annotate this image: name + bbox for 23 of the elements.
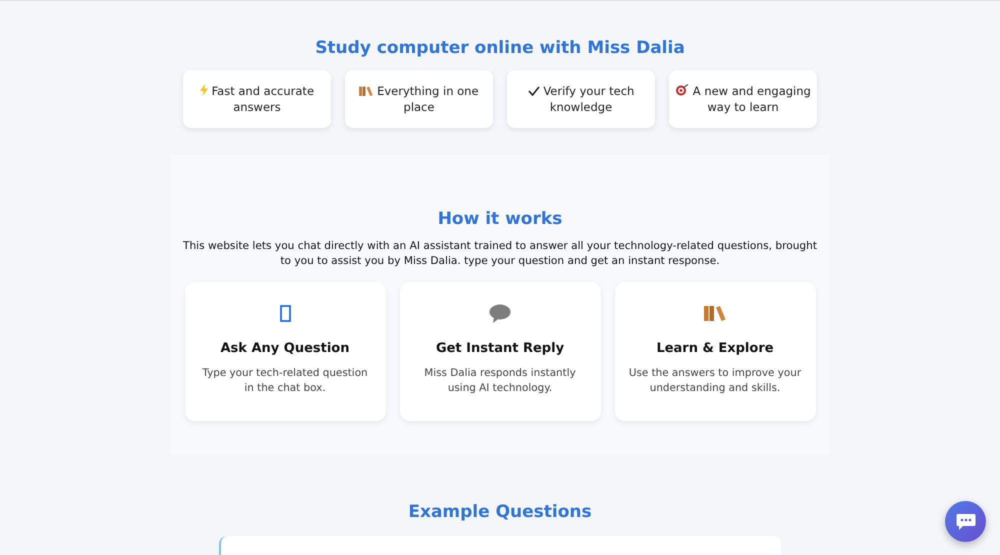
feature-text: Everything in one place	[351, 83, 487, 115]
page-title: Study computer online with Miss Dalia	[315, 37, 685, 59]
feature-text: A new and engaging way to learn	[675, 83, 811, 115]
lightning-icon	[200, 84, 208, 96]
step-title: Get Instant Reply	[436, 340, 564, 358]
check-icon	[528, 86, 540, 96]
speech-bubble-icon	[489, 304, 511, 322]
feature-text: Fast and accurate answers	[189, 83, 325, 115]
section-heading: How it works	[438, 208, 562, 230]
feature-text: Verify your tech knowledge	[513, 83, 649, 115]
phone-icon	[280, 304, 290, 322]
step-title: Ask Any Question	[220, 340, 350, 358]
step-text: Use the answers to improve your understanding and skills.	[628, 366, 802, 396]
books-icon	[359, 86, 374, 96]
section-heading: Example Questions	[408, 501, 592, 524]
chat-icon	[956, 512, 976, 530]
step-text: Type your tech-related question in the chat box.	[201, 366, 369, 396]
step-title: Learn & Explore	[656, 340, 774, 358]
section-description: This website lets you chat directly with an AI assistant trained to answer all your technology-related questions, brought to you to assist you by Miss Dalia. type your question and get an instant response.	[182, 239, 818, 269]
step-text: Miss Dalia responds instantly using AI technology.	[423, 366, 577, 396]
target-icon	[675, 84, 690, 96]
chat-button[interactable]	[945, 501, 986, 542]
books-icon	[704, 305, 726, 321]
